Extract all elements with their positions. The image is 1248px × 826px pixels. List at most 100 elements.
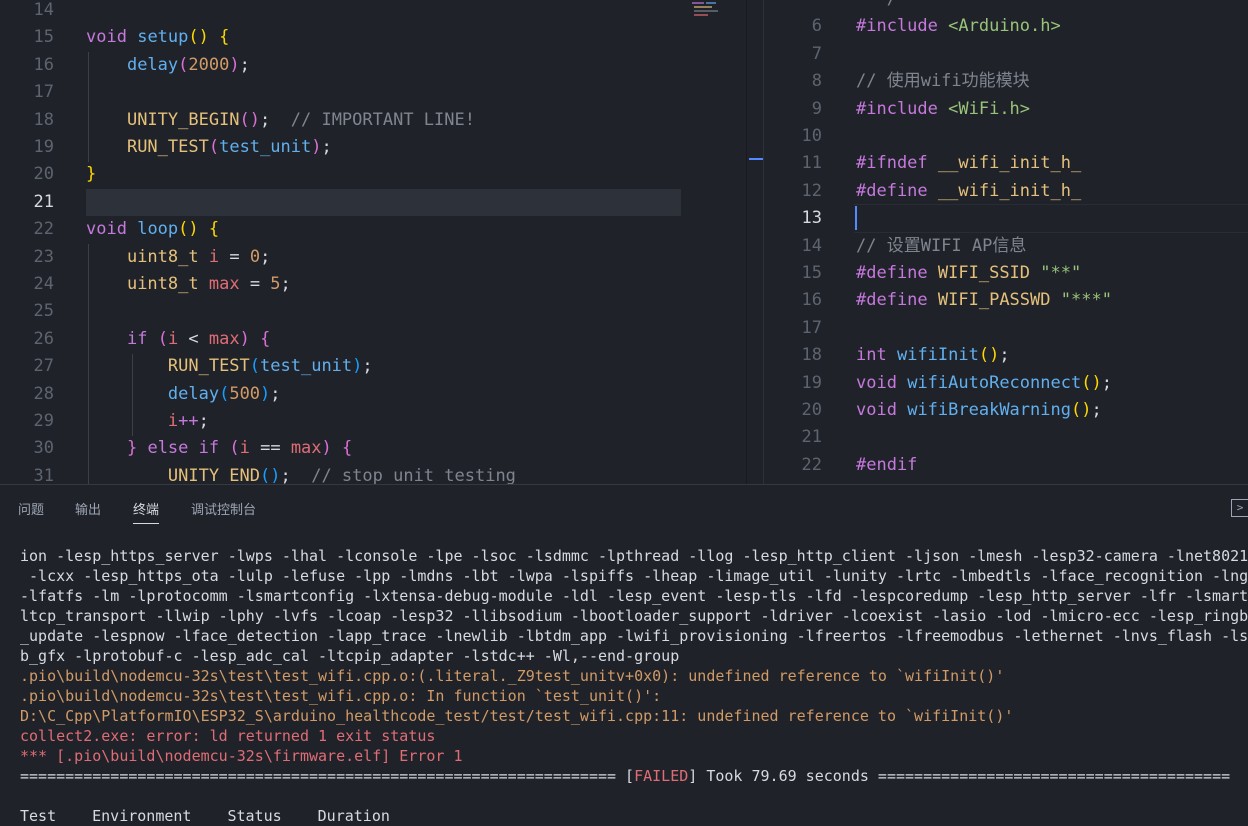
table-header-cell: Test: [20, 807, 57, 825]
code-line[interactable]: 25: [0, 298, 746, 325]
code-line[interactable]: 15 void setup() {: [0, 24, 746, 51]
code-line[interactable]: 15 #define WIFI_SSID "**": [764, 260, 1248, 287]
code-line[interactable]: */: [764, 0, 1248, 13]
code-token: // stop unit testing: [311, 465, 516, 484]
line-number: 17: [33, 82, 54, 103]
line-number: 27: [33, 356, 54, 377]
left-code-editor[interactable]: 14 15 void setup() {16 delay(2000); 17 18 UN…: [0, 0, 746, 484]
code-line[interactable]: 22 void loop() {: [0, 216, 746, 243]
line-number: 24: [33, 274, 54, 294]
code-line[interactable]: 14 // 设置WIFI AP信息: [764, 233, 1248, 260]
code-line[interactable]: 29 i++;: [0, 408, 746, 435]
code-line[interactable]: 27 RUN_TEST(test_unit);: [0, 353, 746, 380]
code-line[interactable]: 6 #include <Arduino.h>: [764, 13, 1248, 40]
code-line[interactable]: 18 int wifiInit();: [764, 342, 1248, 369]
code-line[interactable]: 19 void wifiAutoReconnect();: [764, 370, 1248, 397]
table-header-cell: Status: [227, 807, 282, 825]
terminal-line: -lfatfs -lm -lprotocomm -lsmartconfig -l…: [20, 587, 1248, 605]
code-line[interactable]: 10: [764, 123, 1248, 150]
code-text: void wifiAutoReconnect();: [856, 370, 1112, 397]
code-token: void: [856, 400, 897, 420]
code-line[interactable]: 17: [764, 315, 1248, 342]
code-token: <: [178, 328, 209, 349]
line-number: 22: [33, 219, 54, 240]
code-text: } else if (i == max) {: [86, 435, 352, 462]
terminal-line: b_gfx -lprotobuf-c -lesp_adc_cal -ltcpip…: [20, 647, 680, 665]
code-line[interactable]: 16 delay(2000);: [0, 52, 746, 79]
code-text: #include <Arduino.h>: [856, 13, 1061, 40]
code-token: ;: [198, 411, 209, 431]
code-token: else if: [147, 438, 220, 459]
tab-terminal[interactable]: 终端: [133, 499, 160, 524]
terminal-line: ion -lesp_https_server -lwps -lhal -lcon…: [20, 547, 1248, 565]
code-line[interactable]: 14: [0, 0, 746, 24]
code-line[interactable]: 20 void wifiBreakWarning();: [764, 397, 1248, 424]
code-token: void: [856, 372, 897, 393]
editor-split-divider[interactable]: [746, 0, 765, 484]
minimap[interactable]: [690, 0, 740, 20]
code-line[interactable]: 17: [0, 79, 746, 106]
line-number: 9: [811, 98, 822, 119]
line-number: 18: [33, 109, 54, 130]
code-line[interactable]: 18 UNITY_BEGIN(); // IMPORTANT LINE!: [0, 107, 746, 134]
code-line[interactable]: 26 if (i < max) {: [0, 326, 746, 353]
code-line[interactable]: 16 #define WIFI_PASSWD "***": [764, 287, 1248, 314]
code-line[interactable]: 31 UNITY_END(); // stop unit testing: [0, 463, 746, 484]
code-token: }: [86, 164, 97, 185]
code-line[interactable]: 11 #ifndef __wifi_init_h_: [764, 150, 1248, 177]
code-line[interactable]: 8 // 使用wifi功能模块: [764, 68, 1248, 95]
code-line[interactable]: 19 RUN_TEST(test_unit);: [0, 134, 746, 161]
code-line[interactable]: 30 } else if (i == max) {: [0, 435, 746, 462]
code-token: <WiFi.h>: [948, 98, 1031, 119]
right-code-editor[interactable]: */ 6 #include <Arduino.h> 7 8 // 使用wifi功能模块 9 #…: [764, 0, 1248, 484]
code-token: =: [239, 274, 271, 294]
code-text: #define WIFI_PASSWD "***": [856, 287, 1112, 314]
code-line[interactable]: 21: [764, 424, 1248, 451]
line-number: 26: [33, 328, 54, 349]
code-token: (: [219, 383, 230, 404]
code-token: test_unit: [260, 356, 353, 377]
line-number: 13: [801, 208, 822, 229]
tab-problems[interactable]: 问题: [18, 499, 44, 518]
code-line[interactable]: 24 uint8_t max = 5;: [0, 271, 746, 298]
code-token: 0: [249, 246, 261, 267]
code-line[interactable]: 20}: [0, 161, 746, 188]
code-line[interactable]: 22 #endif: [764, 452, 1248, 479]
code-token: ++: [178, 411, 199, 431]
code-line[interactable]: 9 #include <WiFi.h>: [764, 96, 1248, 123]
tab-output[interactable]: 输出: [75, 499, 101, 518]
code-line[interactable]: 23 uint8_t i = 0;: [0, 244, 746, 271]
line-number: 19: [801, 372, 822, 393]
code-token: i: [239, 438, 250, 459]
code-text: #define __wifi_init_h_: [856, 178, 1081, 205]
line-number: 10: [801, 126, 822, 146]
code-token: uint8_t: [126, 274, 199, 294]
code-token: wifiInit: [896, 345, 979, 366]
summary-right: ] Took 79.69 seconds ===================…: [688, 767, 1231, 785]
code-line[interactable]: 28 delay(500);: [0, 381, 746, 408]
code-token: #define: [856, 263, 928, 283]
line-number: 15: [801, 263, 822, 283]
code-line[interactable]: 21: [0, 189, 746, 216]
terminal-line: collect2.exe: error: ld returned 1 exit …: [20, 727, 436, 745]
code-token: (): [239, 109, 261, 130]
code-token: ;: [999, 345, 1010, 366]
code-text: */: [856, 0, 896, 13]
terminal-output[interactable]: ion -lesp_https_server -lwps -lhal -lcon…: [20, 546, 1248, 826]
code-line[interactable]: 12 #define __wifi_init_h_: [764, 178, 1248, 205]
tab-debug-console[interactable]: 调试控制台: [191, 499, 256, 518]
code-line[interactable]: 7: [764, 41, 1248, 68]
panel-toggle-icon[interactable]: >: [1231, 499, 1248, 517]
line-number: 14: [33, 0, 54, 20]
code-line[interactable]: 13: [764, 205, 1248, 232]
code-token: WIFI_SSID: [937, 263, 1031, 283]
code-token: #include: [856, 98, 938, 119]
code-token: ;: [362, 356, 373, 377]
code-text: uint8_t max = 5;: [86, 271, 291, 298]
